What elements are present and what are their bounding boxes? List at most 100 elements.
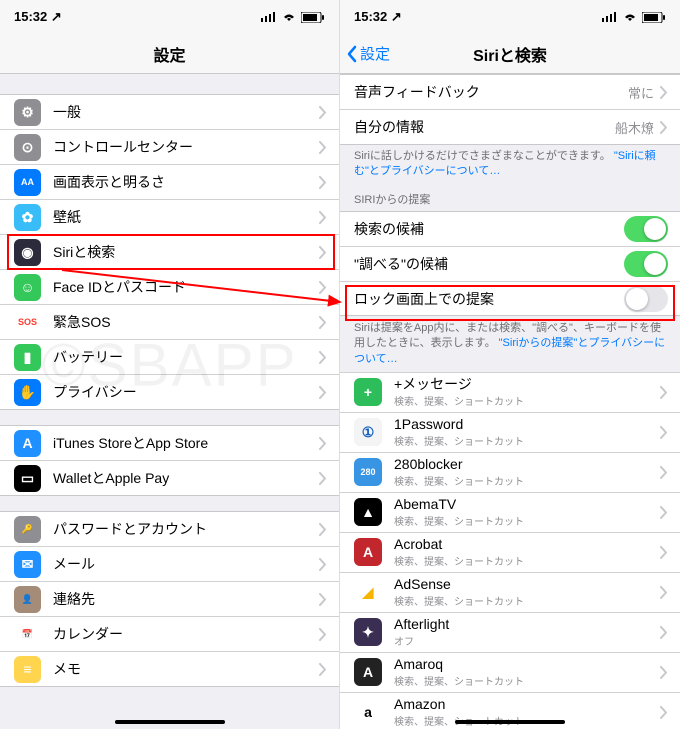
app-icon: A [354, 538, 382, 566]
settings-list[interactable]: ⚙一般⊙コントロールセンターAA画面表示と明るさ✿壁紙 ◉ Siriと検索 ☺Face… [0, 74, 339, 729]
signal-icon [602, 12, 618, 22]
row-label: iTunes StoreとApp Store [53, 433, 319, 453]
settings-row-faceid[interactable]: ☺Face IDとパスコード [0, 269, 339, 304]
siri-ask-footer: Siriに話しかけるだけでさまざまなことができます。 "Siriに頼む"とプライ… [340, 144, 680, 185]
nav-bar: 設定 [0, 34, 339, 74]
chevron-right-icon [319, 211, 327, 224]
settings-row-appstore[interactable]: AiTunes StoreとApp Store [0, 425, 339, 460]
row-label: メール [53, 554, 319, 574]
row-label: 連絡先 [53, 589, 319, 609]
settings-row-privacy[interactable]: ✋プライバシー [0, 374, 339, 409]
settings-row-siri[interactable]: ◉ Siriと検索 [0, 234, 339, 269]
toggle-lookup-suggest[interactable] [624, 251, 668, 277]
row-label: 画面表示と明るさ [53, 172, 319, 192]
row-label: Siriと検索 [53, 242, 319, 262]
settings-row-display[interactable]: AA画面表示と明るさ [0, 164, 339, 199]
row-voice-feedback[interactable]: 音声フィードバック常に [340, 74, 680, 109]
mail-icon: ✉ [14, 551, 41, 578]
battery-icon: ▮ [14, 344, 41, 371]
chevron-right-icon [660, 386, 668, 399]
settings-row-passwords[interactable]: 🔑パスワードとアカウント [0, 511, 339, 546]
calendar-icon: 📅 [14, 621, 41, 648]
chevron-right-icon [319, 593, 327, 606]
app-sub: 検索、提案、ショートカット [394, 513, 660, 528]
settings-row-contacts[interactable]: 👤 連絡先 [0, 581, 339, 616]
page-title: 設定 [153, 42, 185, 66]
app-icon: + [354, 378, 382, 406]
app-sub: オフ [394, 633, 660, 648]
status-bar: 15:32 ↗ [0, 0, 339, 34]
settings-row-general[interactable]: ⚙一般 [0, 94, 339, 129]
app-row[interactable]: AAmaroq検索、提案、ショートカット [340, 652, 680, 692]
signal-icon [261, 12, 277, 22]
chevron-right-icon [660, 666, 668, 679]
chevron-left-icon [346, 45, 358, 63]
app-row[interactable]: 280280blocker検索、提案、ショートカット [340, 452, 680, 492]
app-name: AbemaTV [394, 497, 660, 512]
row-my-info[interactable]: 自分の情報船木燎 [340, 109, 680, 144]
wifi-icon [622, 12, 638, 23]
row-label: Face IDとパスコード [53, 277, 319, 297]
app-row[interactable]: ++メッセージ検索、提案、ショートカット [340, 372, 680, 412]
status-icons [261, 12, 325, 23]
chevron-right-icon [319, 176, 327, 189]
settings-row-wallet[interactable]: ▭WalletとApple Pay [0, 460, 339, 495]
app-row[interactable]: ✦Afterlightオフ [340, 612, 680, 652]
settings-row-calendar[interactable]: 📅カレンダー [0, 616, 339, 651]
siri-settings-list[interactable]: 音声フィードバック常に自分の情報船木燎Siriに話しかけるだけでさまざまなことが… [340, 74, 680, 729]
siri-suggestions-header: SIRIからの提案 [340, 185, 680, 211]
chevron-right-icon [319, 141, 327, 154]
wallpaper-icon: ✿ [14, 204, 41, 231]
toggle-lock-suggest[interactable] [624, 286, 668, 312]
control-center-icon: ⊙ [14, 134, 41, 161]
settings-row-wallpaper[interactable]: ✿壁紙 [0, 199, 339, 234]
battery-icon [642, 12, 666, 23]
app-name: +メッセージ [394, 377, 660, 392]
chevron-right-icon [319, 558, 327, 571]
app-sub: 検索、提案、ショートカット [394, 593, 660, 608]
nav-bar: 設定 Siriと検索 [340, 34, 680, 74]
row-lock-suggest: ロック画面上での提案 [340, 281, 680, 316]
chevron-right-icon [319, 628, 327, 641]
status-bar: 15:32 ↗ [340, 0, 680, 34]
settings-row-control-center[interactable]: ⊙コントロールセンター [0, 129, 339, 164]
contacts-icon: 👤 [14, 586, 41, 613]
back-button[interactable]: 設定 [346, 43, 390, 64]
chevron-right-icon [660, 706, 668, 719]
row-lookup-suggest: "調べる"の候補 [340, 246, 680, 281]
settings-row-sos[interactable]: SOS緊急SOS [0, 304, 339, 339]
chevron-right-icon [660, 86, 668, 99]
siri-suggest-privacy-link[interactable]: "Siriからの提案"とプライバシーについて… [354, 337, 665, 364]
settings-row-notes[interactable]: ≡メモ [0, 651, 339, 686]
row-label: 自分の情報 [354, 117, 615, 137]
row-label: 一般 [53, 102, 319, 122]
settings-row-battery[interactable]: ▮バッテリー [0, 339, 339, 374]
row-search-suggest: 検索の候補 [340, 211, 680, 246]
app-row[interactable]: AAcrobat検索、提案、ショートカット [340, 532, 680, 572]
app-icon: 280 [354, 458, 382, 486]
toggle-search-suggest[interactable] [624, 216, 668, 242]
app-row[interactable]: ◢ AdSense検索、提案、ショートカット [340, 572, 680, 612]
battery-icon [301, 12, 325, 23]
appstore-icon: A [14, 430, 41, 457]
chevron-right-icon [319, 106, 327, 119]
app-icon: ▲ [354, 498, 382, 526]
app-name: AdSense [394, 577, 660, 592]
app-row[interactable]: ▲ AbemaTV検索、提案、ショートカット [340, 492, 680, 532]
app-name: Amaroq [394, 657, 660, 672]
siri-icon: ◉ [14, 239, 41, 266]
home-indicator[interactable] [455, 720, 565, 724]
row-label: WalletとApple Pay [53, 468, 319, 488]
settings-row-mail[interactable]: ✉ メール [0, 546, 339, 581]
app-name: Acrobat [394, 537, 660, 552]
row-label: ロック画面上での提案 [354, 289, 624, 309]
home-indicator[interactable] [115, 720, 225, 724]
page-title: Siriと検索 [473, 42, 547, 66]
chevron-right-icon [660, 506, 668, 519]
app-sub: 検索、提案、ショートカット [394, 673, 660, 688]
app-icon: ◢ [354, 578, 382, 606]
app-row[interactable]: ①1Password検索、提案、ショートカット [340, 412, 680, 452]
siri-privacy-link[interactable]: "Siriに頼む"とプライバシーについて… [354, 150, 656, 177]
chevron-right-icon [319, 663, 327, 676]
chevron-right-icon [319, 437, 327, 450]
